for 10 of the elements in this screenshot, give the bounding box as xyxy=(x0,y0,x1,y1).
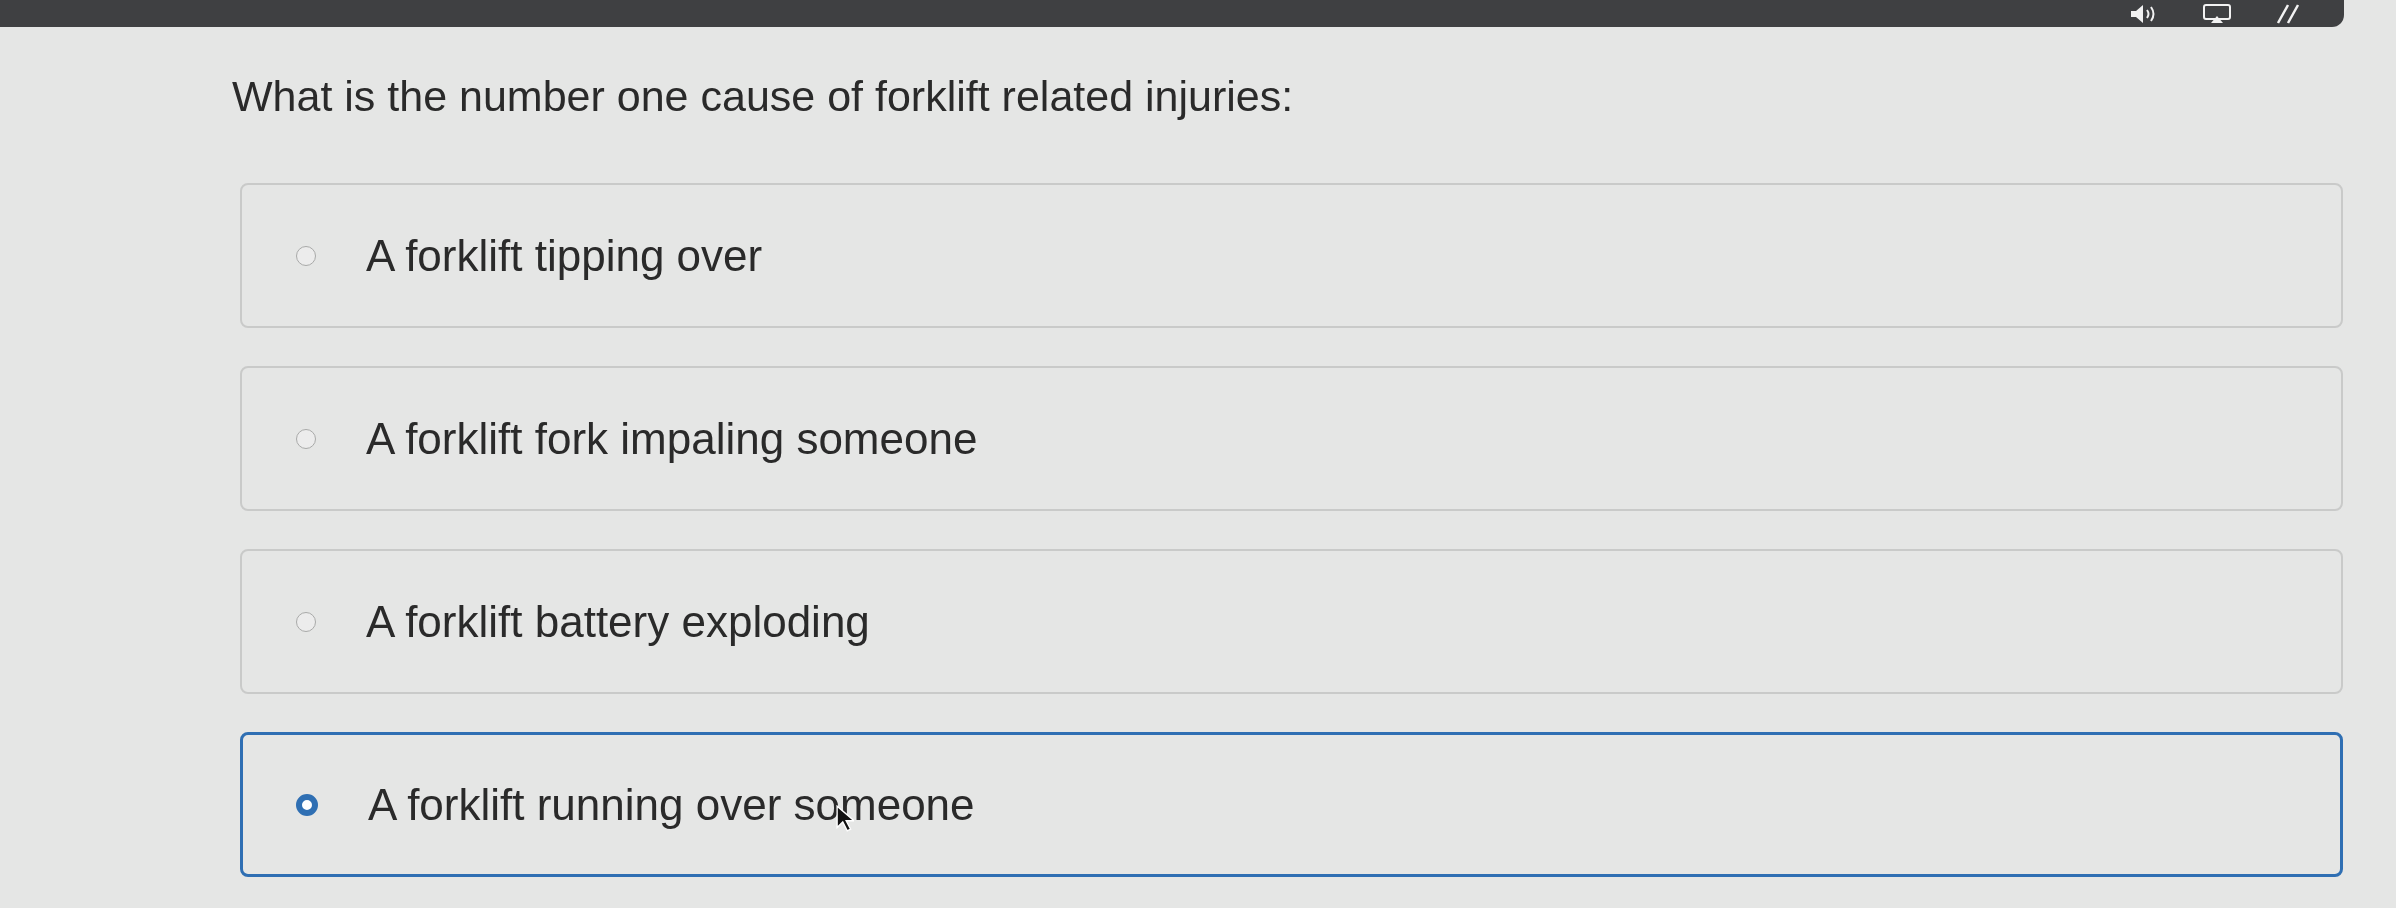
radio-button[interactable] xyxy=(296,611,316,632)
radio-button[interactable] xyxy=(296,245,316,266)
question-text: What is the number one cause of forklift related injuries: xyxy=(232,71,1295,122)
radio-button[interactable] xyxy=(296,428,316,449)
radio-button[interactable] xyxy=(296,793,318,816)
answer-option[interactable]: A forklift fork impaling someone xyxy=(240,366,2343,511)
answer-option[interactable]: A forklift tipping over xyxy=(240,183,2343,328)
answer-option[interactable]: A forklift running over someone xyxy=(240,732,2343,877)
answer-option[interactable]: A forklift battery exploding xyxy=(240,549,2343,694)
display-icon[interactable] xyxy=(2202,3,2232,24)
